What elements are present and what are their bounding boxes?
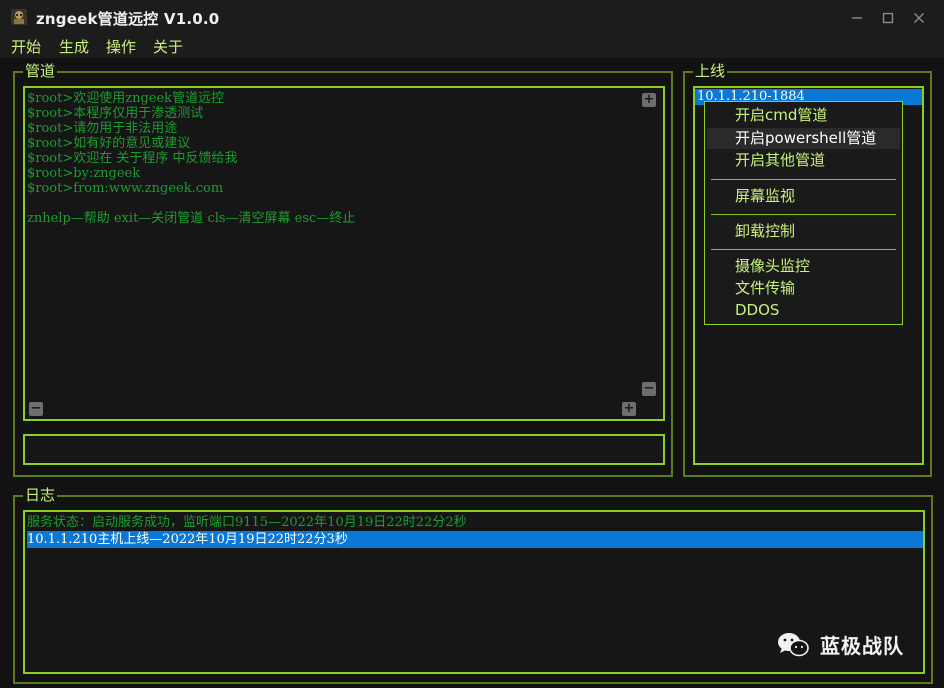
watermark-text: 蓝极战队 — [820, 634, 904, 658]
maximize-icon — [882, 12, 894, 24]
pipe-group: 管道 $root>欢迎使用zngeek管道远控 $root>本程序仅用于渗透测试… — [13, 62, 673, 477]
ctx-open-cmd[interactable]: 开启cmd管道 — [707, 105, 900, 126]
menu-generate[interactable]: 生成 — [59, 36, 89, 57]
ctx-screen-monitor[interactable]: 屏幕监视 — [707, 186, 900, 207]
console-line: $root>from:www.zngeek.com — [27, 181, 224, 196]
console-line: $root>请勿用于非法用途 — [27, 121, 178, 136]
online-group-legend: 上线 — [693, 62, 728, 80]
maximize-button[interactable] — [877, 8, 899, 28]
expand-icon[interactable]: + — [622, 402, 636, 416]
log-group-legend: 日志 — [23, 486, 58, 504]
pipe-group-legend: 管道 — [23, 62, 58, 80]
console-line: $root>如有好的意见或建议 — [27, 136, 191, 151]
pipe-console[interactable]: $root>欢迎使用zngeek管道远控 $root>本程序仅用于渗透测试 $r… — [23, 86, 665, 421]
watermark: 蓝极战队 — [776, 630, 904, 659]
app-logo-icon — [11, 9, 27, 25]
ctx-uninstall[interactable]: 卸载控制 — [707, 221, 900, 242]
window-title: zngeek管道远控 V1.0.0 — [36, 10, 220, 28]
ctx-separator — [711, 214, 896, 215]
zoom-out-icon[interactable]: − — [642, 382, 656, 396]
ctx-file-transfer[interactable]: 文件传输 — [707, 278, 900, 299]
console-line: $root>欢迎在 关于程序 中反馈给我 — [27, 151, 238, 166]
log-row[interactable]: 服务状态：启动服务成功，监听端口9115—2022年10月19日22时22分2秒 — [27, 514, 467, 531]
title-bar: zngeek管道远控 V1.0.0 — [0, 0, 944, 34]
menu-bar: 开始 生成 操作 关于 — [0, 34, 944, 58]
console-line: $root>本程序仅用于渗透测试 — [27, 106, 204, 121]
host-context-menu: 开启cmd管道 开启powershell管道 开启其他管道 屏幕监视 卸载控制 … — [704, 101, 903, 325]
console-line: $root>by:zngeek — [27, 166, 141, 181]
ctx-open-other[interactable]: 开启其他管道 — [707, 150, 900, 171]
menu-operate[interactable]: 操作 — [106, 36, 136, 57]
console-line: $root>欢迎使用zngeek管道远控 — [27, 91, 225, 106]
ctx-open-powershell[interactable]: 开启powershell管道 — [707, 128, 900, 149]
ctx-camera-monitor[interactable]: 摄像头监控 — [707, 256, 900, 277]
ctx-ddos[interactable]: DDOS — [707, 300, 900, 321]
collapse-icon[interactable]: − — [29, 402, 43, 416]
wechat-icon — [778, 632, 809, 656]
command-input[interactable] — [23, 434, 665, 465]
console-line: znhelp—帮助 exit—关闭管道 cls—清空屏幕 esc—终止 — [27, 211, 356, 226]
menu-start[interactable]: 开始 — [11, 36, 41, 57]
log-row-selected[interactable]: 10.1.1.210主机上线—2022年10月19日22时22分3秒 — [27, 531, 923, 548]
minimize-button[interactable] — [846, 8, 868, 28]
menu-about[interactable]: 关于 — [153, 36, 183, 57]
close-icon — [914, 13, 924, 23]
close-button[interactable] — [908, 8, 930, 28]
ctx-separator — [711, 249, 896, 250]
zoom-in-icon[interactable]: + — [642, 93, 656, 107]
ctx-separator — [711, 179, 896, 180]
minimize-icon — [852, 17, 862, 19]
